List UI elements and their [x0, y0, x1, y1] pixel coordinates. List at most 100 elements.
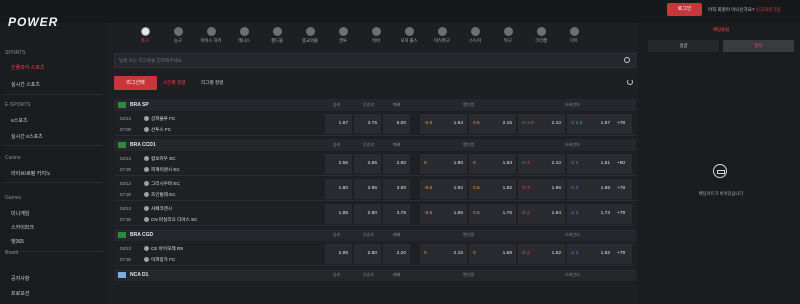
odds-line: O 2.5: [522, 121, 534, 126]
odds-cell[interactable]: 2.65: [354, 154, 381, 174]
sidebar-item[interactable]: 라이브/로펌 카지노: [11, 170, 51, 177]
odds-cell[interactable]: O 2 1.96: [518, 179, 565, 199]
odds-cell[interactable]: 1.85: [325, 204, 352, 224]
league-select-button[interactable]: 리그선택: [114, 76, 157, 90]
odds-cell[interactable]: -0.5 1.85: [420, 204, 467, 224]
sport-tab[interactable]: 오지 룰스: [394, 27, 424, 44]
odds-cell[interactable]: 0.5 1.76: [469, 204, 516, 224]
more-markets-button[interactable]: +79: [610, 244, 632, 264]
sidebar-item[interactable]: 프로모션: [11, 290, 29, 297]
team-logo-icon: [144, 181, 149, 187]
odds-cell[interactable]: 0 1.80: [420, 154, 467, 174]
odds-cell[interactable]: U 2 1.61: [567, 154, 614, 174]
league-header[interactable]: BRA CCD1 승리 무승부 패배 핸디캡 오버언더: [114, 139, 636, 151]
odds-cell[interactable]: 0.5 2.15: [469, 114, 516, 134]
odds-cell[interactable]: 0.5 1.82: [469, 179, 516, 199]
odds-cell[interactable]: O 2 2.10: [518, 154, 565, 174]
away-team: 산투스 FC: [144, 127, 171, 133]
sport-tab[interactable]: 종교의볼: [295, 27, 325, 44]
odds-cell[interactable]: -0.5 1.82: [420, 179, 467, 199]
odds-cell[interactable]: 3.75: [354, 114, 381, 134]
column-header-handicap: 핸디캡: [463, 142, 475, 147]
search-icon[interactable]: [624, 57, 630, 63]
column-header-win: 승리: [333, 272, 341, 277]
odds-cell[interactable]: O 2 1.94: [518, 204, 565, 224]
sidebar-divider: [5, 94, 103, 95]
odds-cell[interactable]: 2.90: [354, 204, 381, 224]
more-markets-button[interactable]: +79: [610, 204, 632, 224]
sidebar-item[interactable]: 인플라이 스포츠: [11, 64, 45, 71]
sport-tab[interactable]: 농구: [163, 27, 193, 44]
sidebar-divider: [5, 251, 103, 252]
sport-tab[interactable]: 다트: [559, 27, 589, 44]
sport-label: 크리켓: [535, 38, 547, 43]
more-markets-button[interactable]: +78: [610, 114, 632, 134]
signup-link[interactable]: 신규회원가입: [756, 7, 781, 12]
odds-cell[interactable]: 1.80: [325, 179, 352, 199]
site-logo[interactable]: POWER: [8, 15, 58, 29]
odds-cell[interactable]: 3.90: [383, 179, 410, 199]
odds-cell[interactable]: U 2 1.68: [567, 179, 614, 199]
odds-cell[interactable]: O 2 1.82: [518, 244, 565, 264]
sport-tab[interactable]: 아이스 하키: [196, 27, 226, 44]
team-logo-icon: [144, 167, 149, 173]
sidebar-item[interactable]: 실시간 스포츠: [11, 81, 40, 88]
sidebar-item[interactable]: 스카이파크: [11, 224, 34, 231]
sport-label: 럭비: [372, 38, 380, 43]
odds-cell[interactable]: 5.00: [383, 114, 410, 134]
sport-tab[interactable]: 탁구: [493, 27, 523, 44]
sport-tab[interactable]: 핸드볼: [262, 27, 292, 44]
odds-cell[interactable]: 2.95: [354, 179, 381, 199]
match-row: 02/13 07:30 CE 아이모레 RS 이파랑가 FC 2.95 2.80 2.20 0…: [114, 242, 636, 266]
search-input[interactable]: [119, 58, 599, 63]
sport-label: 농구: [174, 38, 182, 43]
odds-cell[interactable]: 2.20: [383, 244, 410, 264]
match-date: 02/13: [120, 206, 131, 211]
odds-cell[interactable]: 2.55: [325, 154, 352, 174]
sport-tab[interactable]: 미식축구: [427, 27, 457, 44]
odds-cell[interactable]: 1.67: [325, 114, 352, 134]
sport-tab[interactable]: 크리켓: [526, 27, 556, 44]
tab-single[interactable]: 싱글: [648, 40, 719, 52]
sport-icon: [173, 27, 183, 36]
away-team-name: CN 마실리오 디아스 SC: [151, 217, 198, 222]
odds-cell[interactable]: 2.80: [354, 244, 381, 264]
odds-cell[interactable]: -0.5 1.64: [420, 114, 467, 134]
column-header-overunder: 오버언더: [565, 142, 580, 147]
more-markets-button[interactable]: +78: [610, 179, 632, 199]
sidebar-item[interactable]: e스포츠: [11, 117, 28, 124]
sort-by-time-button[interactable]: 시간별 정렬: [163, 80, 185, 86]
odds-cell[interactable]: O 2.5 2.10: [518, 114, 565, 134]
league-header[interactable]: NCA D1 승리 무승부 패배 핸디캡 오버언더: [114, 269, 636, 281]
league-header[interactable]: BRA CGD 승리 무승부 패배 핸디캡 오버언더: [114, 229, 636, 241]
odds-line: U 2: [571, 161, 579, 166]
login-button[interactable]: 로그인: [667, 3, 702, 16]
sport-label: 핸드볼: [271, 38, 283, 43]
odds-cell[interactable]: 2.60: [383, 154, 410, 174]
odds-cell[interactable]: 0 1.83: [469, 154, 516, 174]
sidebar-item[interactable]: 벳365: [11, 238, 24, 245]
sidebar-item[interactable]: 공지사항: [11, 275, 29, 282]
odds-cell[interactable]: 2.95: [325, 244, 352, 264]
sport-tab[interactable]: 스누커: [460, 27, 490, 44]
column-header-draw: 무승부: [363, 102, 375, 107]
odds-cell[interactable]: U 2.5 1.67: [567, 114, 614, 134]
refresh-icon[interactable]: [627, 79, 633, 85]
sport-tab[interactable]: 럭비: [361, 27, 391, 44]
tab-multi[interactable]: 멀티: [723, 40, 794, 52]
sport-tab[interactable]: 권투: [328, 27, 358, 44]
more-markets-button[interactable]: +80: [610, 154, 632, 174]
odds-line: U 2: [571, 251, 579, 256]
odds-cell[interactable]: 0 1.58: [469, 244, 516, 264]
odds-cell[interactable]: U 2 1.82: [567, 244, 614, 264]
sport-tab[interactable]: 축구: [130, 27, 160, 44]
sidebar-item[interactable]: 미니게임: [11, 210, 29, 217]
odds-cell[interactable]: 3.75: [383, 204, 410, 224]
sort-by-league-button[interactable]: 리그별 정렬: [201, 80, 223, 86]
odds-value: 5.00: [396, 121, 406, 126]
league-header[interactable]: BRA SP 승리 무승부 패배 핸디캡 오버언더: [114, 99, 636, 111]
sidebar-item[interactable]: 실시간 e스포츠: [11, 133, 43, 140]
odds-cell[interactable]: U 2 1.73: [567, 204, 614, 224]
odds-cell[interactable]: 0 2.15: [420, 244, 467, 264]
sport-tab[interactable]: 테니스: [229, 27, 259, 44]
